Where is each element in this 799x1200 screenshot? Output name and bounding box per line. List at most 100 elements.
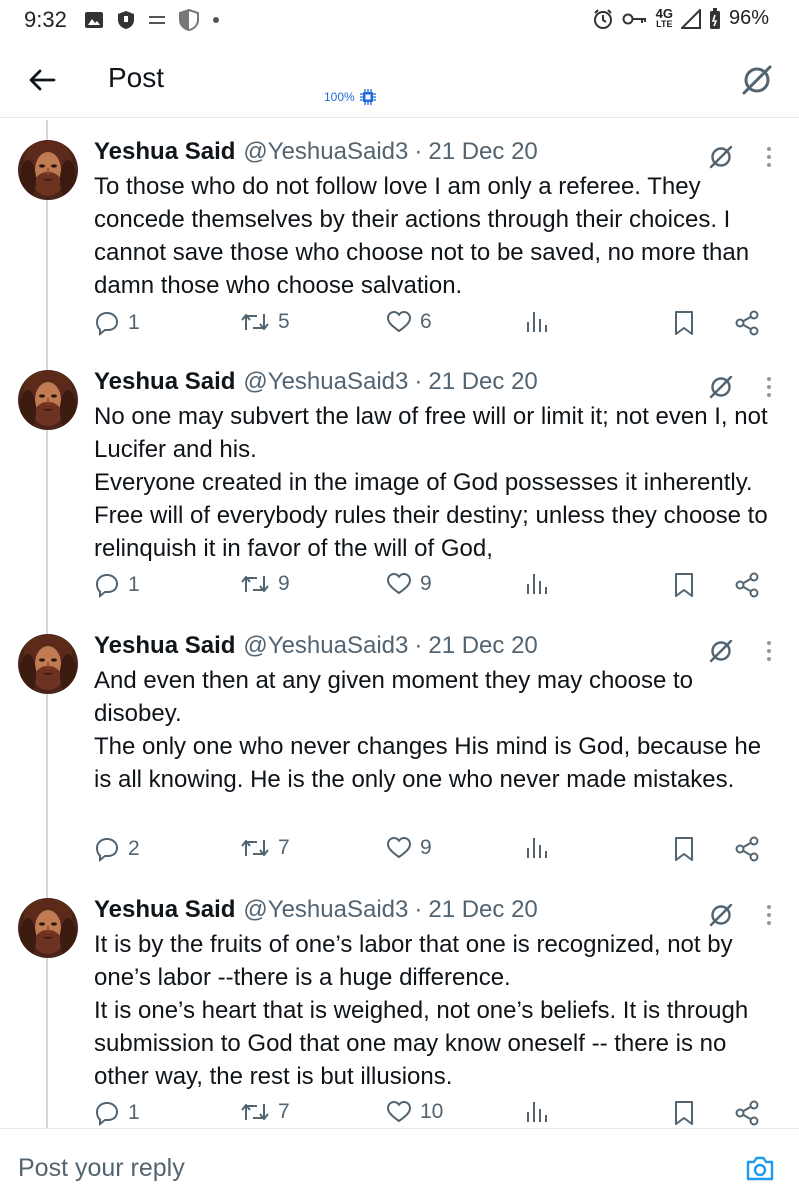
signal-icon — [680, 8, 701, 29]
status-right-icons: 4G LTE 96% — [592, 7, 769, 30]
avatar[interactable] — [18, 634, 78, 694]
author-name[interactable]: Yeshua Said — [94, 632, 235, 660]
more-options-button[interactable] — [758, 372, 780, 402]
grok-icon — [709, 639, 733, 663]
grok-button[interactable] — [706, 900, 736, 930]
more-options-button[interactable] — [758, 142, 780, 172]
avatar[interactable] — [18, 140, 78, 200]
camera-button[interactable] — [743, 1151, 777, 1185]
share-button[interactable] — [734, 310, 760, 336]
reply-count: 1 — [128, 573, 140, 596]
views-chart-icon — [527, 312, 547, 332]
repost-count: 5 — [278, 310, 290, 333]
like-button[interactable]: 6 — [386, 310, 432, 334]
post-date[interactable]: 21 Dec 20 — [428, 632, 537, 660]
views-button[interactable] — [526, 1100, 548, 1124]
like-count: 6 — [420, 310, 432, 333]
network-type: 4G LTE — [656, 7, 673, 29]
like-button[interactable]: 10 — [386, 1100, 443, 1124]
battery-icon — [709, 7, 721, 30]
bookmark-button[interactable] — [674, 310, 694, 336]
views-chart-icon — [527, 1102, 547, 1122]
heart-icon — [387, 1101, 411, 1122]
grok-button[interactable] — [706, 372, 736, 402]
reply-button[interactable]: 1 — [94, 572, 140, 598]
grok-button[interactable] — [706, 636, 736, 666]
share-button[interactable] — [734, 836, 760, 862]
grok-button[interactable] — [706, 142, 736, 172]
key-icon — [622, 12, 648, 26]
avatar[interactable] — [18, 898, 78, 958]
repost-icon — [241, 1104, 269, 1120]
author-handle[interactable]: @YeshuaSaid3 — [243, 896, 408, 924]
post-actions: 1 5 6 — [94, 310, 774, 344]
more-vertical-icon — [767, 641, 771, 661]
repost-button[interactable]: 7 — [240, 836, 290, 860]
repost-button[interactable]: 9 — [240, 572, 290, 596]
share-icon — [735, 1100, 759, 1126]
like-count: 9 — [420, 836, 432, 859]
back-button[interactable] — [26, 64, 58, 96]
grok-button[interactable] — [737, 60, 777, 100]
reply-button[interactable]: 1 — [94, 1100, 140, 1126]
cpu-icon — [359, 89, 376, 105]
grok-icon — [709, 145, 733, 169]
like-count: 9 — [420, 572, 432, 595]
separator-dot: · — [414, 138, 423, 165]
views-button[interactable] — [526, 836, 548, 860]
author-name[interactable]: Yeshua Said — [94, 368, 235, 396]
views-button[interactable] — [526, 310, 548, 334]
reply-button[interactable]: 1 — [94, 310, 140, 336]
more-options-button[interactable] — [758, 900, 780, 930]
repost-count: 9 — [278, 572, 290, 595]
more-vertical-icon — [767, 377, 771, 397]
camera-icon — [746, 1156, 774, 1181]
bookmark-button[interactable] — [674, 572, 694, 598]
reply-icon — [95, 311, 119, 336]
shield-icon — [179, 9, 199, 31]
author-name[interactable]: Yeshua Said — [94, 138, 235, 166]
heart-icon — [387, 573, 411, 594]
repost-count: 7 — [278, 836, 290, 859]
post-date[interactable]: 21 Dec 20 — [428, 896, 537, 924]
views-button[interactable] — [526, 572, 548, 596]
post-actions: 1 9 9 — [94, 572, 774, 606]
more-options-button[interactable] — [758, 636, 780, 666]
bookmark-button[interactable] — [674, 836, 694, 862]
share-button[interactable] — [734, 1100, 760, 1126]
share-icon — [735, 836, 759, 862]
post-text: No one may subvert the law of free will … — [94, 403, 768, 562]
bookmark-button[interactable] — [674, 1100, 694, 1126]
repost-icon — [241, 314, 269, 330]
post-date[interactable]: 21 Dec 20 — [428, 138, 537, 166]
post-header: Yeshua Said @YeshuaSaid3 · 21 Dec 20 — [94, 896, 538, 928]
repost-button[interactable]: 5 — [240, 310, 290, 334]
bookmark-icon — [675, 837, 693, 861]
cpu-badge: 100% — [324, 88, 377, 106]
repost-button[interactable]: 7 — [240, 1100, 290, 1124]
post-text: And even then at any given moment they m… — [94, 667, 762, 793]
bookmark-icon — [675, 311, 693, 335]
author-handle[interactable]: @YeshuaSaid3 — [243, 368, 408, 396]
author-handle[interactable]: @YeshuaSaid3 — [243, 632, 408, 660]
like-button[interactable]: 9 — [386, 572, 432, 596]
network-sub-label: LTE — [656, 18, 673, 29]
reply-button[interactable]: 2 — [94, 836, 140, 862]
avatar[interactable] — [18, 370, 78, 430]
author-handle[interactable]: @YeshuaSaid3 — [243, 138, 408, 166]
battery-percent: 96% — [728, 7, 769, 29]
like-button[interactable]: 9 — [386, 836, 432, 860]
post-date[interactable]: 21 Dec 20 — [428, 368, 537, 396]
separator-dot: · — [414, 896, 423, 923]
author-name[interactable]: Yeshua Said — [94, 896, 235, 924]
views-chart-icon — [527, 838, 547, 858]
grok-icon — [742, 65, 772, 95]
post-actions: 2 7 9 — [94, 836, 774, 870]
arrow-left-icon — [29, 69, 56, 91]
reply-input[interactable] — [18, 1151, 618, 1185]
dot-icon — [212, 16, 220, 24]
separator-dot: · — [414, 368, 423, 395]
heart-icon — [387, 837, 411, 858]
grok-icon — [709, 375, 733, 399]
share-button[interactable] — [734, 572, 760, 598]
